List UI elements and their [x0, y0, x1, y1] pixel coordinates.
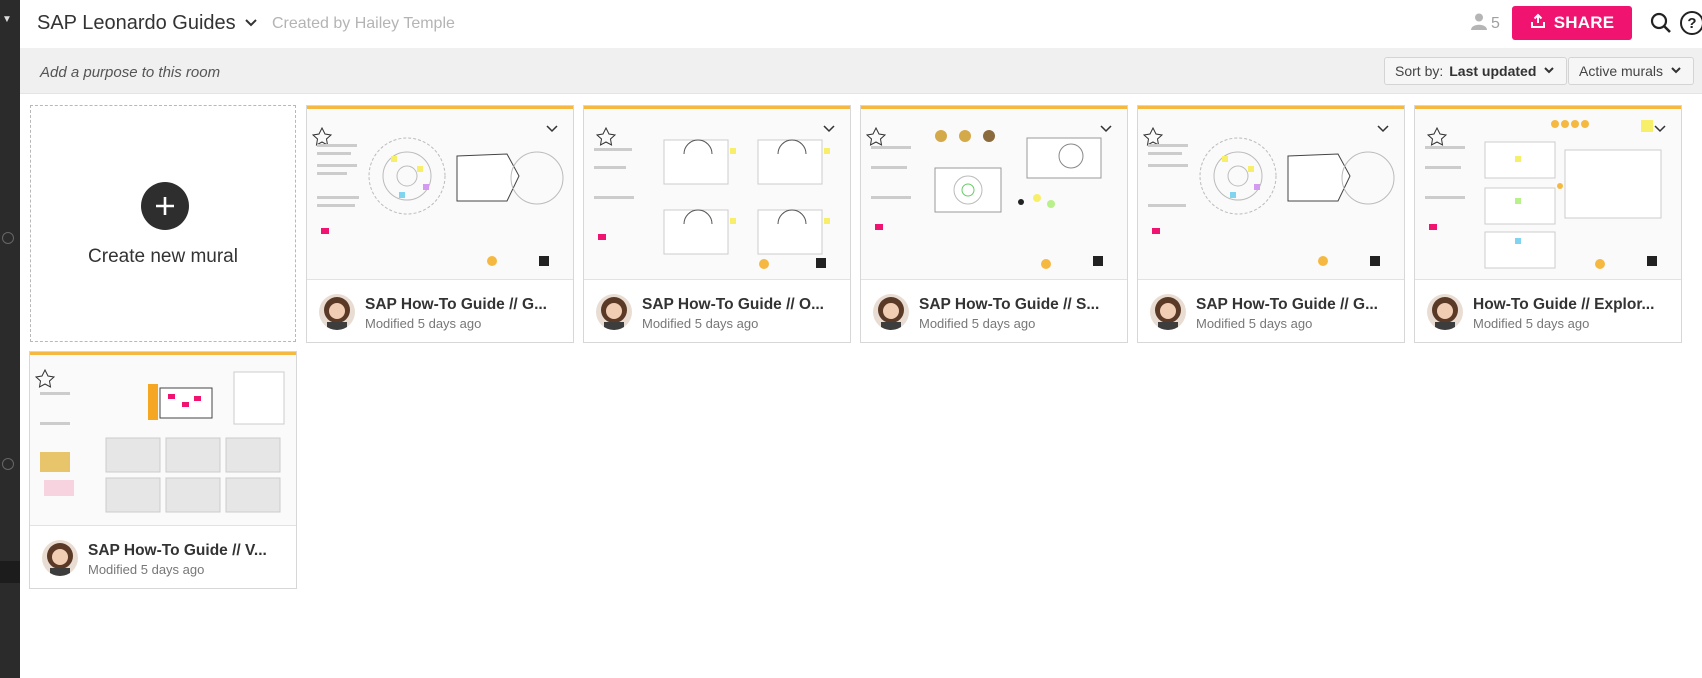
mural-title[interactable]: SAP How-To Guide // S...: [919, 296, 1119, 314]
rail-handle-icon[interactable]: [2, 232, 14, 244]
mural-modified: Modified 5 days ago: [1196, 316, 1313, 331]
mural-card[interactable]: How-To Guide // Explor... Modified 5 day…: [1414, 105, 1682, 343]
create-mural-card[interactable]: Create new mural: [30, 105, 296, 342]
members-indicator[interactable]: 5: [1470, 12, 1500, 35]
search-icon[interactable]: [1650, 12, 1672, 34]
chevron-down-icon[interactable]: [241, 12, 261, 32]
mural-card[interactable]: SAP How-To Guide // S... Modified 5 days…: [860, 105, 1128, 343]
mural-thumbnail[interactable]: [307, 106, 573, 280]
mural-card[interactable]: SAP How-To Guide // G... Modified 5 days…: [1137, 105, 1405, 343]
mural-thumbnail[interactable]: [30, 352, 296, 526]
mural-modified: Modified 5 days ago: [1473, 316, 1590, 331]
rail-handle-icon[interactable]: [2, 458, 14, 470]
room-main: SAP Leonardo Guides Created by Hailey Te…: [20, 0, 1702, 678]
mural-thumbnail[interactable]: [861, 106, 1127, 280]
mural-modified: Modified 5 days ago: [88, 562, 205, 577]
create-mural-label: Create new mural: [88, 246, 238, 267]
avatar: [596, 294, 632, 330]
filter-dropdown[interactable]: Active murals: [1568, 57, 1695, 85]
mural-title[interactable]: SAP How-To Guide // G...: [365, 296, 565, 314]
room-title[interactable]: SAP Leonardo Guides: [37, 12, 236, 35]
member-count: 5: [1491, 14, 1500, 32]
mural-thumbnail[interactable]: [584, 106, 850, 280]
avatar: [319, 294, 355, 330]
upload-icon: [1530, 13, 1546, 34]
help-icon[interactable]: ?: [1680, 11, 1702, 35]
mural-thumbnail[interactable]: [1415, 106, 1681, 280]
sort-dropdown[interactable]: Sort by: Last updated: [1384, 57, 1568, 85]
avatar: [1427, 294, 1463, 330]
mural-modified: Modified 5 days ago: [642, 316, 759, 331]
mural-title[interactable]: How-To Guide // Explor...: [1473, 296, 1673, 314]
share-button[interactable]: SHARE: [1512, 6, 1632, 40]
mural-card[interactable]: SAP How-To Guide // V... Modified 5 days…: [29, 351, 297, 589]
left-rail: ▼: [0, 0, 20, 678]
chevron-down-icon: [1669, 63, 1683, 80]
avatar: [1150, 294, 1186, 330]
filter-label: Active murals: [1579, 63, 1664, 79]
mural-card[interactable]: SAP How-To Guide // O... Modified 5 days…: [583, 105, 851, 343]
mural-title[interactable]: SAP How-To Guide // G...: [1196, 296, 1396, 314]
share-label: SHARE: [1553, 13, 1615, 32]
purpose-bar: Add a purpose to this room Sort by: Last…: [20, 48, 1702, 94]
mural-modified: Modified 5 days ago: [365, 316, 482, 331]
mural-modified: Modified 5 days ago: [919, 316, 1036, 331]
mural-thumbnail[interactable]: [1138, 106, 1404, 280]
sort-value: Last updated: [1449, 63, 1537, 79]
avatar: [42, 540, 78, 576]
rail-chevron-icon[interactable]: ▼: [2, 14, 12, 25]
mural-title[interactable]: SAP How-To Guide // O...: [642, 296, 842, 314]
sort-prefix: Sort by:: [1395, 63, 1444, 79]
rail-selected-item[interactable]: [0, 561, 20, 583]
created-by-text: Created by Hailey Temple: [272, 15, 455, 32]
plus-icon[interactable]: [141, 182, 189, 230]
avatar: [873, 294, 909, 330]
room-header: SAP Leonardo Guides Created by Hailey Te…: [20, 0, 1702, 48]
mural-title[interactable]: SAP How-To Guide // V...: [88, 542, 288, 560]
chevron-down-icon: [1542, 63, 1556, 80]
user-icon: [1470, 12, 1488, 35]
mural-card[interactable]: SAP How-To Guide // G... Modified 5 days…: [306, 105, 574, 343]
purpose-placeholder[interactable]: Add a purpose to this room: [40, 64, 220, 81]
